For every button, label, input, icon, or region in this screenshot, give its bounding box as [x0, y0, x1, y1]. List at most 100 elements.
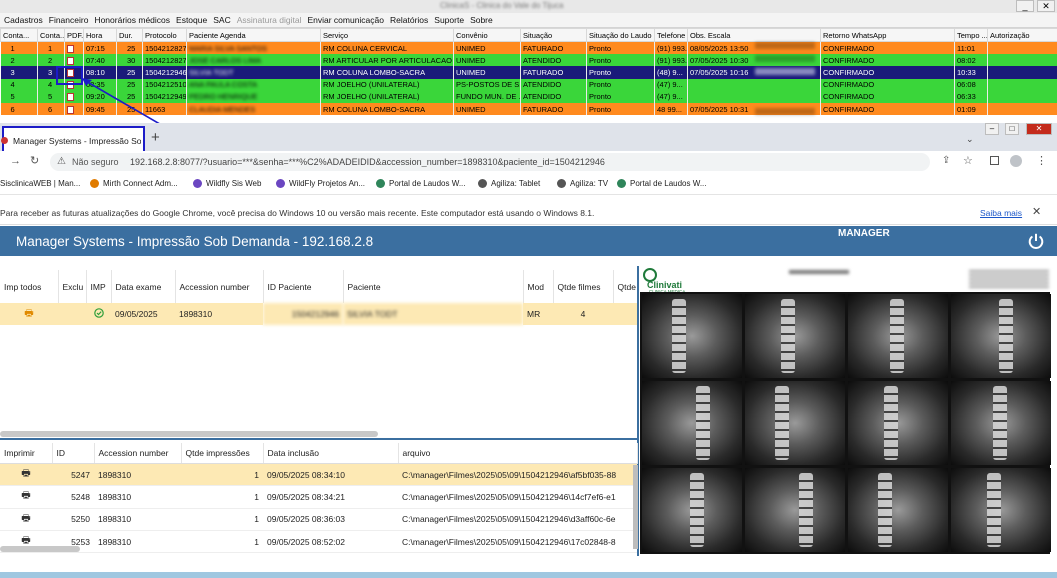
tab-title: Manager Systems - Impressão Sob Demanda	[13, 136, 141, 146]
mri-slice	[745, 294, 845, 378]
imp-todos-cell[interactable]: 🖶	[0, 303, 58, 325]
bookmark-item[interactable]: Agiliza: TV	[557, 179, 608, 189]
manager-header: Manager Systems - Impressão Sob Demanda …	[0, 226, 1057, 256]
exam-mod: MR	[523, 303, 553, 325]
printer-icon[interactable]: 🖶	[21, 490, 30, 501]
bookmark-item[interactable]: Mirth Connect Adm...	[90, 179, 178, 189]
print-cell-acc: 1898310	[94, 508, 181, 531]
redacted-obs	[755, 55, 815, 63]
prints-column-header[interactable]: arquivo	[398, 443, 638, 464]
browser-minimize-button[interactable]: –	[985, 123, 999, 135]
mri-slice	[848, 294, 948, 378]
bookmark-item[interactable]: Wildfly Sis Web	[193, 179, 261, 189]
url-text[interactable]: 192.168.2.8:8077/?usuario=***&senha=***%…	[130, 157, 920, 167]
exam-column-header[interactable]: Qtde	[613, 270, 638, 303]
mri-slice	[951, 294, 1051, 378]
mri-slice	[848, 468, 948, 552]
prints-column-header[interactable]: Imprimir	[0, 443, 53, 464]
exam-scrollbar[interactable]	[0, 431, 378, 437]
exam-column-header[interactable]: Data exame	[111, 270, 176, 303]
browser-tab[interactable]: Manager Systems - Impressão Sob Demanda	[1, 126, 145, 153]
learn-more-link[interactable]: Saiba mais	[980, 208, 1022, 218]
bookmark-favicon-icon	[193, 179, 202, 189]
exam-column-header[interactable]: IMP	[86, 270, 112, 303]
print-cell-acc: 1898310	[94, 463, 181, 487]
print-button[interactable]: 🖶	[0, 485, 52, 509]
prints-column-header[interactable]: ID	[52, 443, 95, 464]
bookmark-item[interactable]: Portal de Laudos W...	[617, 179, 707, 189]
exam-patient: SILVIA TODT	[343, 303, 523, 325]
print-row[interactable]: 🖶 5247 1898310 1 09/05/2025 08:34:10 C:\manag…	[0, 463, 637, 487]
browser-maximize-button[interactable]: □	[1005, 123, 1019, 135]
print-cell-qtd: 1	[181, 508, 263, 531]
print-row[interactable]: 🖶 5248 1898310 1 09/05/2025 08:34:21 C:\manag…	[0, 485, 637, 509]
tab-search-icon[interactable]: ⌄	[966, 134, 974, 145]
power-icon[interactable]	[1027, 232, 1045, 250]
prints-scrollbar[interactable]	[0, 546, 80, 552]
exclu-cell[interactable]	[58, 303, 86, 325]
exam-row[interactable]: 🖶 09/05/2025 1898310 1504212946 SILVIA T…	[0, 303, 637, 325]
browser-close-button[interactable]: ✕	[1026, 123, 1052, 135]
bookmark-favicon-icon	[617, 179, 626, 189]
security-label[interactable]: Não seguro	[72, 157, 119, 167]
mri-slice	[848, 381, 948, 465]
annotation-box	[56, 66, 83, 85]
film-patient-info	[969, 270, 1049, 290]
profile-avatar[interactable]	[1010, 155, 1022, 167]
update-infobar: Para receber as futuras atualizações do …	[0, 200, 1057, 225]
share-icon[interactable]: ⇪	[942, 155, 950, 166]
browser-window-controls: – □ ✕	[960, 123, 1054, 139]
redacted-obs	[755, 42, 815, 49]
bookmark-favicon-icon	[90, 179, 99, 189]
bookmark-label: Mirth Connect Adm...	[103, 179, 178, 188]
bookmark-item[interactable]: WildFly Projetos An...	[276, 179, 365, 189]
print-cell-id: 5250	[52, 508, 94, 531]
printer-icon[interactable]: 🖶	[21, 535, 30, 546]
exam-column-header[interactable]: ID Paciente	[263, 270, 344, 303]
prints-column-header[interactable]: Accession number	[94, 443, 182, 464]
new-tab-button[interactable]: +	[151, 129, 160, 146]
page-title: Manager Systems - Impressão Sob Demanda …	[16, 234, 374, 249]
print-cell-qtd: 1	[181, 463, 263, 487]
bookmark-item[interactable]: Portal de Laudos W...	[376, 179, 466, 189]
print-cell-arquivo: C:\manager\Filmes\2025\05\09\1504212946\…	[398, 508, 637, 531]
bookmark-favicon-icon	[276, 179, 285, 189]
exam-column-header[interactable]: Mod	[523, 270, 554, 303]
print-row[interactable]: 🖶 5253 1898310 1 09/05/2025 08:52:02 C:\manag…	[0, 530, 637, 554]
print-button[interactable]: 🖶	[0, 463, 52, 487]
exam-column-header[interactable]: Imp todos	[0, 270, 59, 303]
redacted-obs	[755, 68, 815, 76]
redacted-obs	[755, 108, 815, 115]
side-panel-icon[interactable]	[990, 156, 999, 165]
printer-icon[interactable]: 🖶	[21, 468, 30, 479]
menu-kebab-icon[interactable]: ⋮	[1036, 154, 1047, 167]
panel-divider	[0, 438, 639, 440]
bookmark-favicon-icon	[557, 179, 566, 189]
print-button[interactable]: 🖶	[0, 508, 52, 531]
exam-column-header[interactable]: Accession number	[175, 270, 264, 303]
prints-vertical-scrollbar[interactable]	[633, 465, 638, 549]
bookmark-favicon-icon	[478, 179, 487, 189]
print-row[interactable]: 🖶 5250 1898310 1 09/05/2025 08:36:03 C:\manag…	[0, 508, 637, 531]
mri-film	[640, 292, 1051, 554]
bookmark-item[interactable]: SisclinicaWEB | Man...	[0, 179, 80, 188]
annotation-arrowhead	[82, 78, 92, 86]
bookmark-star-icon[interactable]: ☆	[963, 154, 973, 167]
exam-column-header[interactable]: Paciente	[343, 270, 524, 303]
prints-column-header[interactable]: Data inclusão	[263, 443, 399, 464]
close-infobar-icon[interactable]: ✕	[1032, 205, 1041, 218]
prints-column-header[interactable]: Qtde impressões	[181, 443, 264, 464]
exam-column-header[interactable]: Exclu	[58, 270, 87, 303]
printer-icon[interactable]: 🖶	[21, 513, 30, 524]
forward-icon[interactable]: →	[10, 155, 21, 167]
print-cell-arquivo: C:\manager\Filmes\2025\05\09\1504212946\…	[398, 485, 637, 509]
print-cell-qtd: 1	[181, 530, 263, 554]
imp-cell[interactable]	[86, 303, 111, 325]
film-header-text	[789, 270, 849, 274]
printer-icon[interactable]: 🖶	[24, 308, 33, 319]
bookmark-item[interactable]: Agiliza: Tablet	[478, 179, 540, 189]
exam-column-header[interactable]: Qtde filmes	[553, 270, 614, 303]
reload-icon[interactable]: ↻	[30, 154, 39, 167]
exam-accession: 1898310	[175, 303, 263, 325]
bookmark-label: Portal de Laudos W...	[630, 179, 707, 188]
